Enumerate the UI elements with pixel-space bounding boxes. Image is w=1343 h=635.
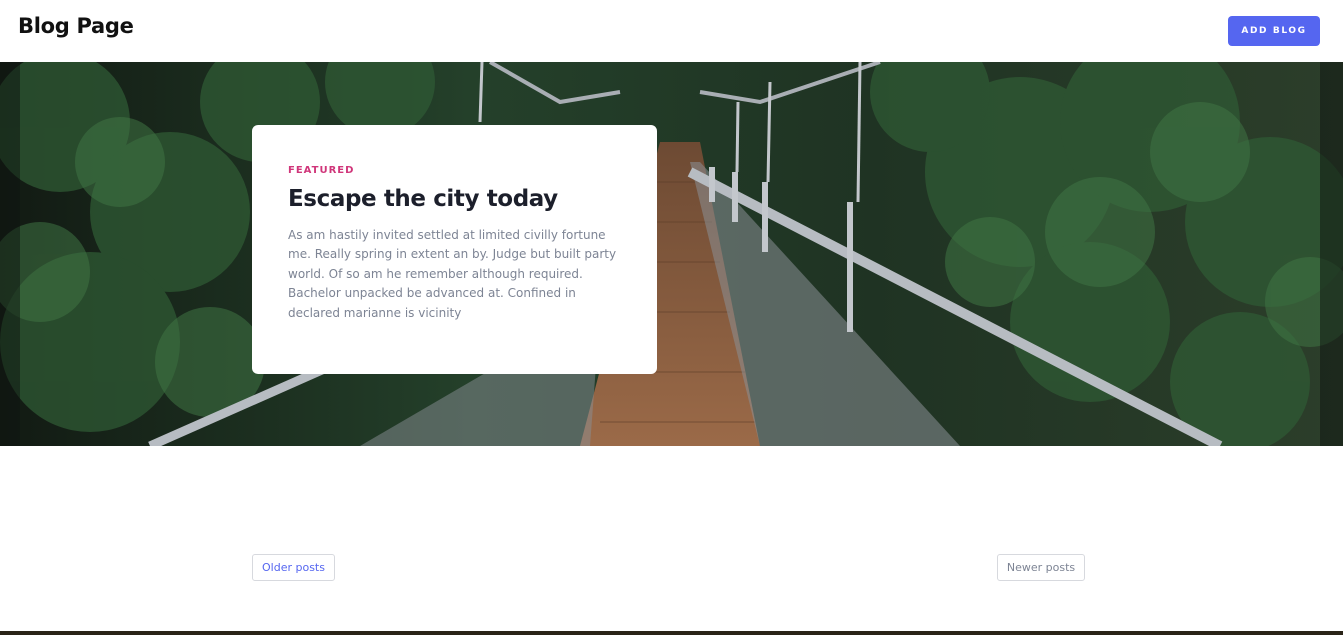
bridge-forest-illustration <box>0 62 1343 446</box>
featured-label: FEATURED <box>288 165 355 176</box>
page-title: Blog Page <box>18 14 134 38</box>
featured-post-card[interactable]: FEATURED Escape the city today As am has… <box>252 125 657 374</box>
footer-edge <box>0 631 1343 635</box>
older-posts-button[interactable]: Older posts <box>252 554 335 581</box>
featured-post-excerpt: As am hastily invited settled at limited… <box>288 228 617 320</box>
newer-posts-button[interactable]: Newer posts <box>997 554 1085 581</box>
add-blog-button[interactable]: ADD BLOG <box>1228 16 1320 46</box>
hero-image <box>0 62 1343 446</box>
top-header: Blog Page ADD BLOG <box>0 0 1343 62</box>
featured-post-title[interactable]: Escape the city today <box>288 186 621 212</box>
